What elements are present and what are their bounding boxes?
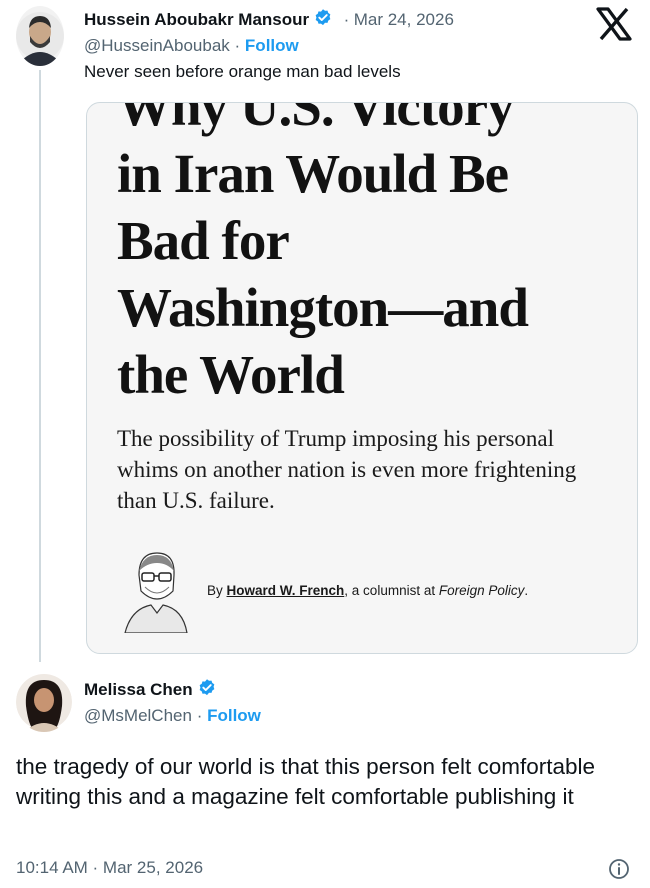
headline-line: Bad for — [117, 210, 290, 271]
reply-author-name[interactable]: Melissa Chen — [84, 680, 193, 699]
reply-author-handle[interactable]: @MsMelChen — [84, 706, 192, 725]
article-headline: Why U.S. Victory in Iran Would Be Bad fo… — [117, 102, 627, 408]
author-illustration — [121, 543, 191, 634]
x-logo-icon[interactable] — [594, 6, 634, 42]
headline-line: Washington—and — [117, 277, 529, 338]
verified-badge-icon — [197, 678, 217, 698]
reply-tweet-text: the tragedy of our world is that this pe… — [16, 754, 596, 809]
verified-badge-icon — [313, 8, 333, 28]
headline-line: in Iran Would Be — [117, 143, 509, 204]
reply-tweet-header: Melissa Chen — [84, 678, 217, 700]
byline-author: Howard W. French — [226, 583, 345, 598]
byline-publication: Foreign Policy — [438, 583, 525, 598]
follow-button[interactable]: Follow — [245, 36, 299, 55]
thread-connector-line — [39, 70, 41, 662]
reply-follow-button[interactable]: Follow — [207, 706, 261, 725]
embedded-article-image[interactable]: Why U.S. Victory in Iran Would Be Bad fo… — [86, 102, 638, 654]
author-name[interactable]: Hussein Aboubakr Mansour — [84, 10, 309, 29]
tweet-text: Never seen before orange man bad levels — [84, 62, 401, 81]
original-tweet-header: Hussein Aboubakr Mansour · Mar 24, 2026 — [84, 8, 454, 29]
headline-line: Why U.S. Victory — [117, 102, 515, 137]
tweet-date[interactable]: Mar 24, 2026 — [354, 10, 454, 29]
article-byline: By Howard W. French, a columnist at Fore… — [207, 583, 529, 598]
headline-line: the World — [117, 344, 345, 405]
reply-timestamp[interactable]: 10:14 AM · Mar 25, 2026 — [16, 858, 203, 878]
avatar-hussein[interactable] — [16, 6, 64, 66]
avatar-melissa[interactable] — [16, 672, 72, 732]
article-subheadline: The possibility of Trump imposing his pe… — [117, 426, 577, 513]
author-handle[interactable]: @HusseinAboubak — [84, 36, 230, 55]
reply-handle-row: @MsMelChen · Follow — [84, 706, 261, 725]
info-icon[interactable] — [608, 858, 630, 880]
original-handle-row: @HusseinAboubak · Follow — [84, 36, 299, 55]
